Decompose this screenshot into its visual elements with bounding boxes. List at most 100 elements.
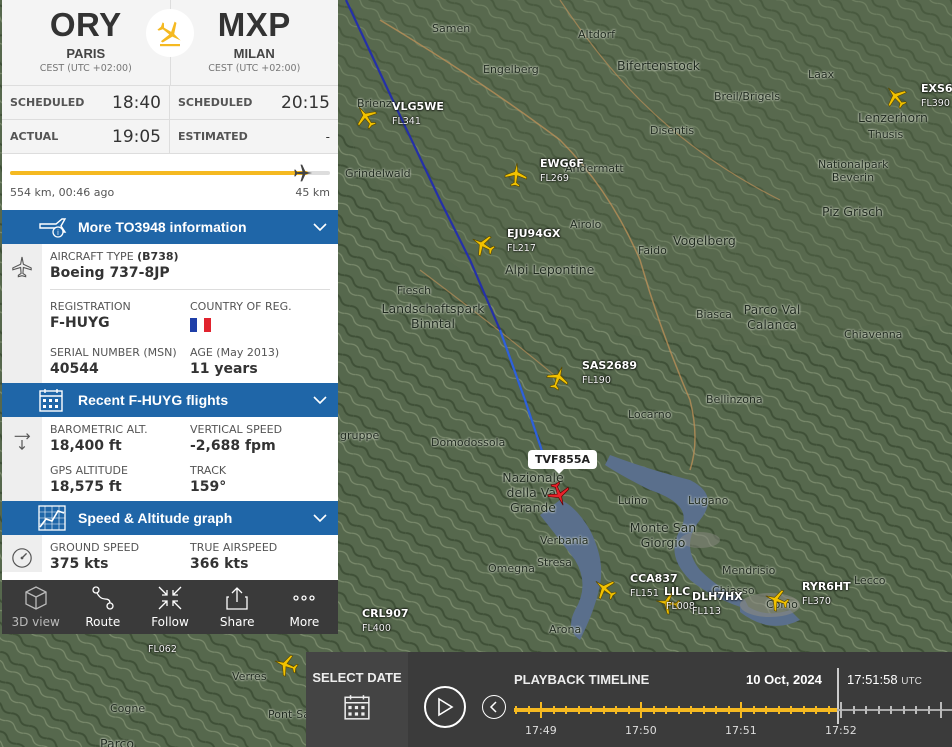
more-button[interactable]: More (271, 580, 338, 634)
timeline-tick (602, 706, 605, 714)
place-label: Mendrisio (722, 564, 776, 577)
origin-airport[interactable]: ORY PARIS CEST (UTC +02:00) (2, 0, 170, 85)
aircraft-type-code: (B738) (137, 250, 179, 263)
timeline-tick (790, 706, 792, 714)
timeline-tick (802, 706, 805, 714)
select-date-label: SELECT DATE (312, 670, 402, 685)
share-icon (226, 587, 248, 610)
flight-callsign[interactable]: LILC (664, 585, 690, 598)
chevron-down-icon (312, 510, 328, 530)
arr-scheduled-label: SCHEDULED (178, 96, 253, 109)
track: 159° (190, 479, 227, 495)
flight-callsign[interactable]: DLH7HX (692, 590, 743, 603)
ground-speed-label: GROUND SPEED (50, 541, 140, 554)
flight-callsign[interactable]: EWG6F (540, 157, 584, 170)
play-button[interactable] (424, 686, 466, 728)
timeline-cursor (837, 668, 839, 724)
route-button[interactable]: Route (69, 580, 136, 634)
flight-level: FL062 (148, 644, 177, 655)
place-label: Grindelwald (345, 167, 411, 180)
flight-level: FL217 (507, 243, 536, 254)
destination-city: MILAN (233, 46, 275, 61)
chevron-down-icon (312, 392, 328, 412)
select-date-button[interactable]: SELECT DATE (306, 652, 408, 747)
origin-iata: ORY (49, 6, 122, 43)
place-label: Nationalpark Beverin (818, 158, 889, 184)
origin-city: PARIS (66, 46, 106, 61)
true-airspeed: 366 kts (190, 556, 249, 572)
speed-info: GROUND SPEED 375 kts TRUE AIRSPEED 366 kts (2, 535, 338, 572)
3d-view-button[interactable]: 3D view (2, 580, 69, 634)
place-label: Luino (618, 494, 648, 507)
place-label: Verbania (540, 534, 589, 547)
timeline-tick (665, 706, 667, 714)
share-button[interactable]: Share (204, 580, 271, 634)
baro-alt: 18,400 ft (50, 438, 122, 454)
step-back-button[interactable] (482, 695, 506, 719)
timeline-tick (902, 706, 905, 714)
timeline-tick (940, 702, 942, 718)
aircraft-icon[interactable] (502, 161, 530, 189)
country-label: COUNTRY OF REG. (190, 300, 292, 313)
flight-callsign[interactable]: RYR6HT (802, 580, 851, 593)
track-label: TRACK (190, 464, 227, 477)
timeline-tick (727, 706, 730, 714)
playback-date: 10 Oct, 2024 (746, 672, 822, 687)
route-label: Route (85, 615, 121, 629)
schedule-grid: SCHEDULED 18:40 SCHEDULED 20:15 ACTUAL 19:0… (2, 86, 338, 154)
flight-callsign[interactable]: EXS6 (921, 82, 952, 95)
flight-callsign[interactable]: VLG5WE (392, 100, 444, 113)
chevron-left-icon (489, 701, 497, 713)
place-label: Arona (549, 623, 582, 636)
timeline-tick (915, 706, 917, 714)
arr-scheduled-time: 20:15 (281, 92, 330, 113)
ground-speed: 375 kts (50, 556, 109, 572)
origin-timezone: CEST (UTC +02:00) (39, 63, 132, 74)
place-label: Altdorf (578, 28, 616, 41)
3d-view-label: 3D view (11, 615, 60, 629)
timeline-tick (640, 702, 642, 718)
graph-section[interactable]: Speed & Altitude graph (2, 501, 338, 535)
graph-icon (38, 505, 78, 531)
place-label: Breil/Brigels (714, 90, 781, 103)
place-label: Cogne (110, 702, 146, 715)
timeline-tick (740, 702, 742, 718)
playback-time: 17:51:58 UTC (847, 672, 922, 687)
timeline-label: 17:50 (625, 724, 657, 737)
flight-callsign[interactable]: CCA837 (630, 572, 678, 585)
timeline-tick (515, 706, 517, 714)
gps-alt: 18,575 ft (50, 479, 122, 495)
timeline-tick (715, 706, 717, 714)
timeline-tick (577, 706, 580, 714)
follow-icon (158, 586, 182, 610)
place-label: Chiavenna (844, 328, 903, 341)
more-info-section[interactable]: i More TO3948 information (2, 210, 338, 244)
timeline-tick (627, 706, 630, 714)
timeline-tick (552, 706, 555, 714)
place-label: Verres (232, 670, 267, 683)
flight-callsign[interactable]: CRL907 (362, 607, 409, 620)
timeline-tick (890, 706, 892, 714)
flight-callsign[interactable]: SAS2689 (582, 359, 637, 372)
arr-estimated-label: ESTIMATED (178, 130, 248, 143)
timeline-tick (852, 706, 855, 714)
distance-remaining: 45 km (295, 186, 330, 199)
place-label: Bellinzona (706, 393, 763, 406)
landing-icon (146, 9, 194, 57)
route-header: ORY PARIS CEST (UTC +02:00) MXP MILAN CE… (2, 0, 338, 86)
flight-level: FL269 (540, 173, 569, 184)
flight-callsign[interactable]: EJU94GX (507, 227, 560, 240)
recent-flights-section[interactable]: Recent F-HUYG flights (2, 383, 338, 417)
playback-title: PLAYBACK TIMELINE (514, 672, 650, 687)
place-label: Locarno (628, 408, 672, 421)
playback-timeline[interactable] (514, 702, 952, 718)
follow-button[interactable]: Follow (136, 580, 203, 634)
timeline-label: 17:51 (725, 724, 757, 737)
msn-label: SERIAL NUMBER (MSN) (50, 346, 177, 359)
destination-airport[interactable]: MXP MILAN CEST (UTC +02:00) (169, 0, 339, 85)
more-label: More (289, 615, 320, 629)
timeline-tick (765, 706, 767, 714)
selected-flight-tag[interactable]: TVF855A (528, 450, 598, 474)
dep-scheduled-label: SCHEDULED (10, 96, 85, 109)
plane-info-icon: i (38, 216, 78, 238)
